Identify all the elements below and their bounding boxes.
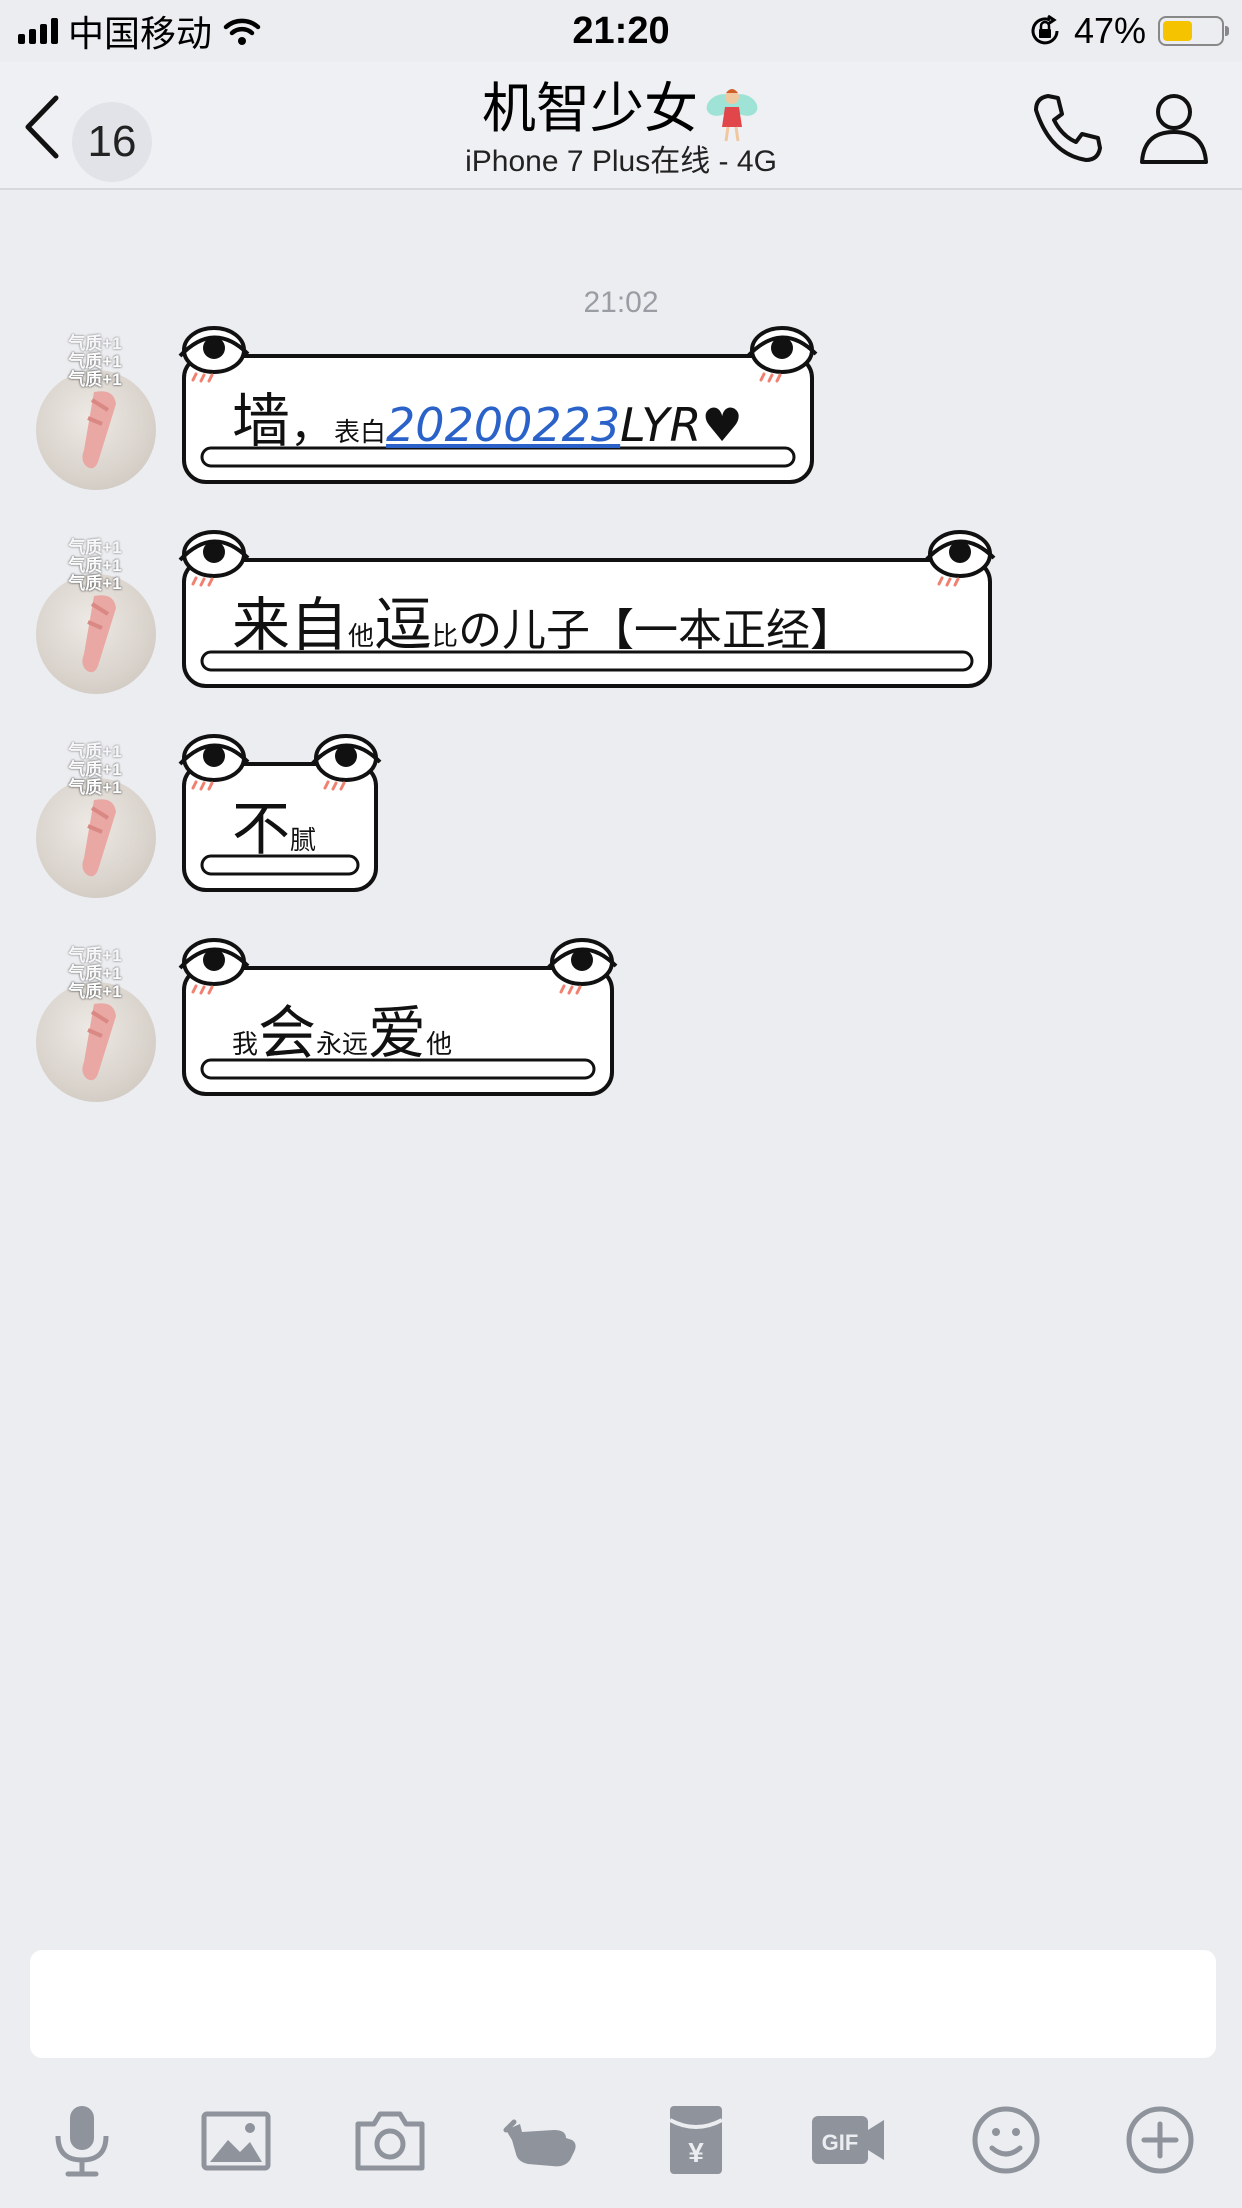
rotation-lock-icon <box>1031 14 1059 45</box>
plus-icon[interactable] <box>1120 2100 1200 2180</box>
message-input[interactable] <box>30 1950 1216 2058</box>
message-segment: 他 <box>426 1030 453 1060</box>
message-segment: 比 <box>432 622 459 652</box>
battery-level <box>1163 21 1193 41</box>
camera-icon[interactable] <box>350 2100 430 2180</box>
message-bubble[interactable]: 不腻 <box>178 734 382 894</box>
battery-percent: 47% <box>1073 10 1146 51</box>
battery-icon <box>1158 16 1229 46</box>
message-segment: 逗 <box>374 591 433 659</box>
red-packet-icon[interactable]: ¥ <box>656 2100 736 2180</box>
message-text: 来自他逗比の儿子【一本正经】 <box>232 578 854 662</box>
avatar-tag: 气质+1 <box>68 778 122 797</box>
avatar[interactable]: 气质+1 气质+1 气质+1 <box>32 946 158 1106</box>
poke-icon[interactable] <box>502 2100 582 2180</box>
avatar-tag: 气质+1 <box>68 946 122 965</box>
gif-label: GIF <box>822 2130 859 2155</box>
message-segment: 不 <box>232 795 291 863</box>
gif-icon[interactable]: GIF <box>808 2100 888 2180</box>
avatar-tag: 气质+1 <box>68 370 122 389</box>
message-link[interactable]: 20200223 <box>386 398 620 452</box>
yen-label: ¥ <box>688 2137 704 2168</box>
message-segment: の儿子【一本正经】 <box>458 605 855 656</box>
input-toolbar: ¥ GIF <box>0 2086 1242 2186</box>
message-segment: 我 <box>232 1030 259 1060</box>
message-segment: 墙 <box>232 387 291 455</box>
message-segment: 会 <box>258 999 317 1067</box>
chat-header: 16 机智少女 iPhone 7 Plus在线 - 4G <box>0 62 1242 190</box>
phone-icon[interactable] <box>1028 88 1108 168</box>
fairy-emoji-icon <box>706 88 758 141</box>
microphone-icon[interactable] <box>42 2100 122 2180</box>
message-segment: LYR♥ <box>620 398 743 452</box>
message-text: 我会永远爱他 <box>232 986 452 1070</box>
status-right: 47% <box>1028 8 1229 54</box>
avatar-tag: 气质+1 <box>68 538 122 557</box>
avatar-tag: 气质+1 <box>68 574 122 593</box>
message-segment: 他 <box>348 622 375 652</box>
profile-icon[interactable] <box>1136 88 1212 168</box>
message-segment: 永远 <box>316 1030 369 1060</box>
message-text: 墙，表白 20200223 LYR♥ <box>232 374 743 458</box>
avatar-tag: 气质+1 <box>68 556 122 575</box>
avatar-tag: 气质+1 <box>68 334 122 353</box>
avatar[interactable]: 气质+1 气质+1 气质+1 <box>32 334 158 494</box>
message-bubble[interactable]: 墙，表白 20200223 LYR♥ <box>178 326 818 486</box>
message-segment: 爱 <box>368 999 427 1067</box>
avatar-tag: 气质+1 <box>68 742 122 761</box>
avatar-tag: 气质+1 <box>68 352 122 371</box>
chat-title: 机智少女 <box>482 79 698 139</box>
message-segment: 来自 <box>232 591 349 659</box>
message-bubble[interactable]: 来自他逗比の儿子【一本正经】 <box>178 530 996 690</box>
message-bubble[interactable]: 我会永远爱他 <box>178 938 618 1098</box>
image-icon[interactable] <box>196 2100 276 2180</box>
emoji-icon[interactable] <box>966 2100 1046 2180</box>
avatar-tag: 气质+1 <box>68 760 122 779</box>
status-bar: 中国移动 21:20 47% <box>0 0 1242 62</box>
avatar-tag: 气质+1 <box>68 982 122 1001</box>
avatar[interactable]: 气质+1 气质+1 气质+1 <box>32 742 158 902</box>
message-segment: 表白 <box>334 418 387 448</box>
message-timestamp: 21:02 <box>583 286 659 319</box>
message-text: 不腻 <box>232 782 316 866</box>
avatar-tag: 气质+1 <box>68 964 122 983</box>
avatar[interactable]: 气质+1 气质+1 气质+1 <box>32 538 158 698</box>
message-segment: ， <box>290 401 335 452</box>
message-segment: 腻 <box>290 826 317 856</box>
